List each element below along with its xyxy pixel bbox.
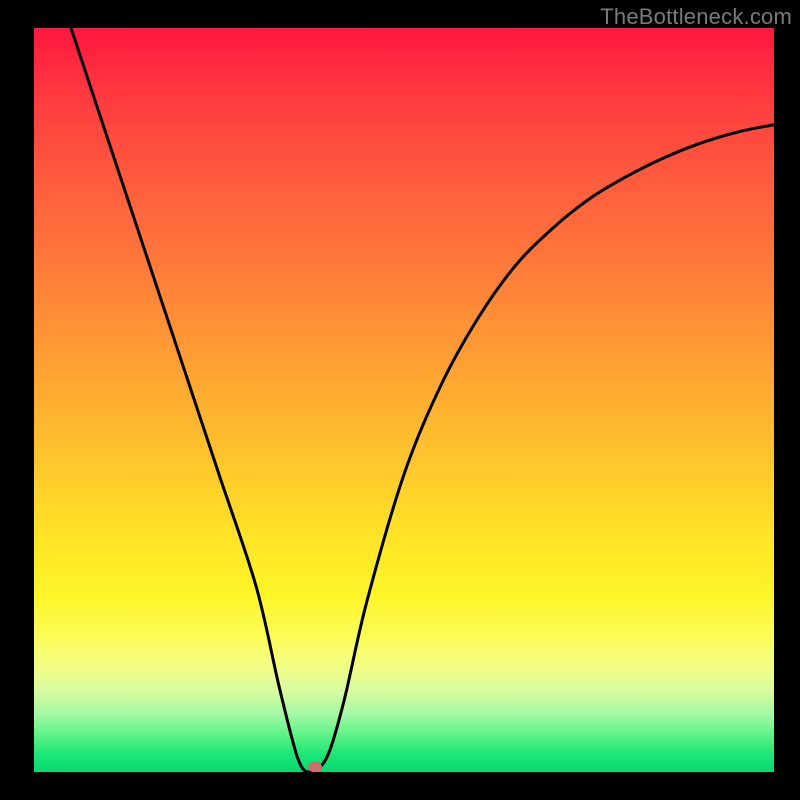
plot-area (34, 28, 774, 772)
optimal-point-marker (308, 762, 322, 772)
watermark-text: TheBottleneck.com (600, 4, 792, 30)
chart-frame: TheBottleneck.com (0, 0, 800, 800)
bottleneck-curve (34, 28, 774, 772)
